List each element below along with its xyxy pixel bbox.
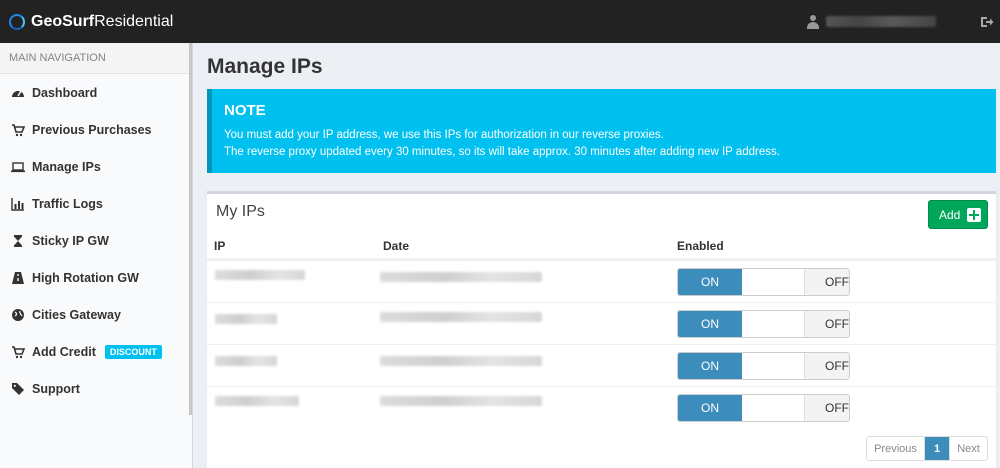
table-row: ON OFF <box>207 344 996 386</box>
sidebar-item-label: Cities Gateway <box>32 307 121 322</box>
brand-name-light: Residential <box>94 12 174 30</box>
column-header-ip: IP <box>214 239 226 253</box>
date-cell-redacted <box>380 312 542 322</box>
table-row: ON OFF <box>207 302 996 344</box>
date-cell-redacted <box>380 356 542 366</box>
pagination-next[interactable]: Next <box>949 437 987 460</box>
laptop-icon <box>11 161 25 172</box>
top-navbar: GeoSurf Residential <box>0 0 1000 43</box>
sidebar-item-manage-ips[interactable]: Manage IPs <box>0 148 190 185</box>
toggle-on-label: ON <box>678 395 742 421</box>
toggle-on-label: ON <box>678 353 742 379</box>
sign-out-icon[interactable] <box>980 15 994 29</box>
sidebar-item-cities-gateway[interactable]: Cities Gateway <box>0 296 190 333</box>
sidebar-item-label: Manage IPs <box>32 159 101 174</box>
toggle-off-label: OFF <box>805 311 849 337</box>
enabled-toggle[interactable]: ON OFF <box>677 268 850 296</box>
bar-chart-icon <box>11 197 24 211</box>
table-row: ON OFF <box>207 386 996 428</box>
toggle-on-label: ON <box>678 269 742 295</box>
plus-square-icon <box>967 207 982 222</box>
user-menu <box>806 0 1000 43</box>
toggle-handle <box>741 353 805 379</box>
note-line-1: You must add your IP address, we use thi… <box>224 129 664 141</box>
sidebar-item-traffic-logs[interactable]: Traffic Logs <box>0 185 190 222</box>
enabled-toggle[interactable]: ON OFF <box>677 394 850 422</box>
discount-badge: DISCOUNT <box>104 344 162 359</box>
add-button-label: Add <box>939 207 961 222</box>
box-title: My IPs <box>216 203 265 220</box>
date-cell-redacted <box>380 272 542 282</box>
ip-cell-redacted <box>215 356 277 366</box>
toggle-off-label: OFF <box>805 353 849 379</box>
user-icon[interactable] <box>806 14 820 29</box>
column-header-date: Date <box>383 239 410 253</box>
pagination: Previous 1 Next <box>866 436 988 461</box>
note-callout: NOTE You must add your IP address, we us… <box>207 89 996 173</box>
pagination-previous[interactable]: Previous <box>867 437 925 460</box>
sidebar-item-support[interactable]: Support <box>0 370 190 407</box>
ip-cell-redacted <box>215 314 277 324</box>
note-title: NOTE <box>224 102 266 119</box>
toggle-off-label: OFF <box>805 395 849 421</box>
sidebar-item-label: Previous Purchases <box>32 122 152 137</box>
ip-cell-redacted <box>215 396 299 406</box>
globe-icon <box>12 308 24 321</box>
user-name-redacted[interactable] <box>826 16 936 27</box>
sidebar: MAIN NAVIGATION Dashboard Previous Purch… <box>0 43 193 468</box>
brand-logo[interactable]: GeoSurf Residential <box>9 13 173 31</box>
toggle-handle <box>741 269 805 295</box>
shopping-cart-icon <box>12 123 25 136</box>
note-line-2: The reverse proxy updated every 30 minut… <box>224 146 780 158</box>
page-title: Manage IPs <box>207 55 323 78</box>
sidebar-item-sticky-ip-gw[interactable]: Sticky IP GW <box>0 222 190 259</box>
table-row: ON OFF <box>207 260 996 302</box>
toggle-handle <box>741 311 805 337</box>
sidebar-item-add-credit[interactable]: Add Credit DISCOUNT <box>0 333 190 370</box>
enabled-toggle[interactable]: ON OFF <box>677 352 850 380</box>
sidebar-item-label: Sticky IP GW <box>32 233 109 248</box>
dashboard-icon <box>12 90 24 97</box>
toggle-off-label: OFF <box>805 269 849 295</box>
logo-ring-icon <box>9 13 25 30</box>
add-ip-button[interactable]: Add <box>928 200 988 229</box>
brand-name-bold: GeoSurf <box>31 12 95 30</box>
my-ips-box: My IPs Add IP Date Enabled ON OFF ON OFF… <box>207 191 996 468</box>
sidebar-item-label: Add Credit <box>32 344 96 359</box>
column-header-enabled: Enabled <box>677 239 724 253</box>
sidebar-item-label: High Rotation GW <box>32 270 139 285</box>
toggle-on-label: ON <box>678 311 742 337</box>
ip-cell-redacted <box>215 270 305 280</box>
sidebar-item-label: Support <box>32 381 80 396</box>
sidebar-item-previous-purchases[interactable]: Previous Purchases <box>0 111 190 148</box>
toggle-handle <box>741 395 805 421</box>
nav-header: MAIN NAVIGATION <box>0 43 192 74</box>
sidebar-item-dashboard[interactable]: Dashboard <box>0 74 190 111</box>
tag-icon <box>12 382 24 395</box>
sidebar-item-label: Dashboard <box>32 85 98 100</box>
sidebar-item-high-rotation-gw[interactable]: High Rotation GW <box>0 259 190 296</box>
hourglass-icon <box>14 234 22 247</box>
cart-plus-icon <box>12 345 25 358</box>
road-icon <box>12 271 24 284</box>
enabled-toggle[interactable]: ON OFF <box>677 310 850 338</box>
date-cell-redacted <box>380 396 542 406</box>
pagination-page-1[interactable]: 1 <box>925 437 949 460</box>
sidebar-item-label: Traffic Logs <box>32 196 103 211</box>
